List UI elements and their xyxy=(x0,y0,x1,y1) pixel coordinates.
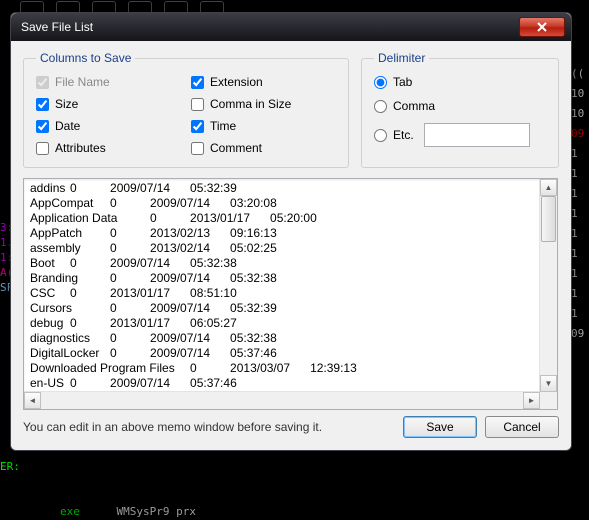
column-comment-input[interactable] xyxy=(191,142,204,155)
delimiter-tab-radio[interactable]: Tab xyxy=(374,75,546,89)
column-date-checkbox[interactable]: Date xyxy=(36,119,181,133)
dialog-body: Columns to Save File Name Extension Size Co… xyxy=(11,41,571,450)
delimiter-etc-label: Etc. xyxy=(393,128,414,142)
column-extension-input[interactable] xyxy=(191,76,204,89)
save-file-list-dialog: Save File List Columns to Save File Name… xyxy=(10,12,572,451)
vertical-scrollbar[interactable]: ▲ ▼ xyxy=(539,179,557,392)
column-attrs-input[interactable] xyxy=(36,142,49,155)
column-size-label: Size xyxy=(55,97,78,111)
delimiter-comma-radio[interactable]: Comma xyxy=(374,99,546,113)
column-filename-input xyxy=(36,76,49,89)
vscroll-track[interactable] xyxy=(540,196,557,375)
scroll-corner xyxy=(540,392,557,409)
column-size-checkbox[interactable]: Size xyxy=(36,97,181,111)
bg-bottom-prx: WMSysPr9 prx xyxy=(117,505,196,518)
chevron-right-icon: ► xyxy=(528,396,536,405)
column-time-label: Time xyxy=(210,119,236,133)
column-extension-checkbox[interactable]: Extension xyxy=(191,75,336,89)
columns-legend: Columns to Save xyxy=(36,51,135,65)
column-comment-checkbox[interactable]: Comment xyxy=(191,141,336,155)
bg-status-er: ER: xyxy=(0,460,20,473)
delimiter-tab-label: Tab xyxy=(393,75,412,89)
column-filename-checkbox: File Name xyxy=(36,75,181,89)
column-time-checkbox[interactable]: Time xyxy=(191,119,336,133)
horizontal-scrollbar[interactable]: ◄ ► xyxy=(24,391,540,409)
column-commasize-label: Comma in Size xyxy=(210,97,291,111)
delimiter-etc-field[interactable] xyxy=(424,123,530,147)
preview-memo-text[interactable]: addins 0 2009/07/14 05:32:39 AppCompat 0… xyxy=(24,179,540,392)
column-attrs-checkbox[interactable]: Attributes xyxy=(36,141,181,155)
scroll-up-button[interactable]: ▲ xyxy=(540,179,557,196)
chevron-up-icon: ▲ xyxy=(545,183,553,192)
close-button[interactable] xyxy=(519,17,565,37)
scroll-down-button[interactable]: ▼ xyxy=(540,375,557,392)
bg-right-strip: ((10100911111111109 xyxy=(569,60,589,460)
column-commasize-checkbox[interactable]: Comma in Size xyxy=(191,97,336,111)
delimiter-comma-label: Comma xyxy=(393,99,435,113)
column-commasize-input[interactable] xyxy=(191,98,204,111)
column-comment-label: Comment xyxy=(210,141,262,155)
column-attrs-label: Attributes xyxy=(55,141,106,155)
column-time-input[interactable] xyxy=(191,120,204,133)
delimiter-comma-input[interactable] xyxy=(374,100,387,113)
columns-to-save-group: Columns to Save File Name Extension Size Co… xyxy=(23,51,349,168)
delimiter-legend: Delimiter xyxy=(374,51,429,65)
save-button[interactable]: Save xyxy=(403,416,477,438)
scroll-right-button[interactable]: ► xyxy=(523,392,540,409)
window-title: Save File List xyxy=(17,20,93,34)
chevron-left-icon: ◄ xyxy=(29,396,37,405)
titlebar[interactable]: Save File List xyxy=(11,13,571,41)
column-extension-label: Extension xyxy=(210,75,263,89)
bg-bottom-row: exe WMSysPr9 prx xyxy=(60,505,196,518)
chevron-down-icon: ▼ xyxy=(545,379,553,388)
delimiter-etc-radio[interactable]: Etc. xyxy=(374,128,414,142)
delimiter-etc-input[interactable] xyxy=(374,129,387,142)
column-date-label: Date xyxy=(55,119,80,133)
preview-memo: addins 0 2009/07/14 05:32:39 AppCompat 0… xyxy=(23,178,558,410)
column-size-input[interactable] xyxy=(36,98,49,111)
delimiter-tab-input[interactable] xyxy=(374,76,387,89)
cancel-button[interactable]: Cancel xyxy=(485,416,559,438)
vscroll-thumb[interactable] xyxy=(541,196,556,242)
bg-bottom-exe: exe xyxy=(60,505,80,518)
column-filename-label: File Name xyxy=(55,75,110,89)
scroll-left-button[interactable]: ◄ xyxy=(24,392,41,409)
delimiter-group: Delimiter Tab Comma Etc. xyxy=(361,51,559,168)
close-icon xyxy=(537,22,547,32)
column-date-input[interactable] xyxy=(36,120,49,133)
